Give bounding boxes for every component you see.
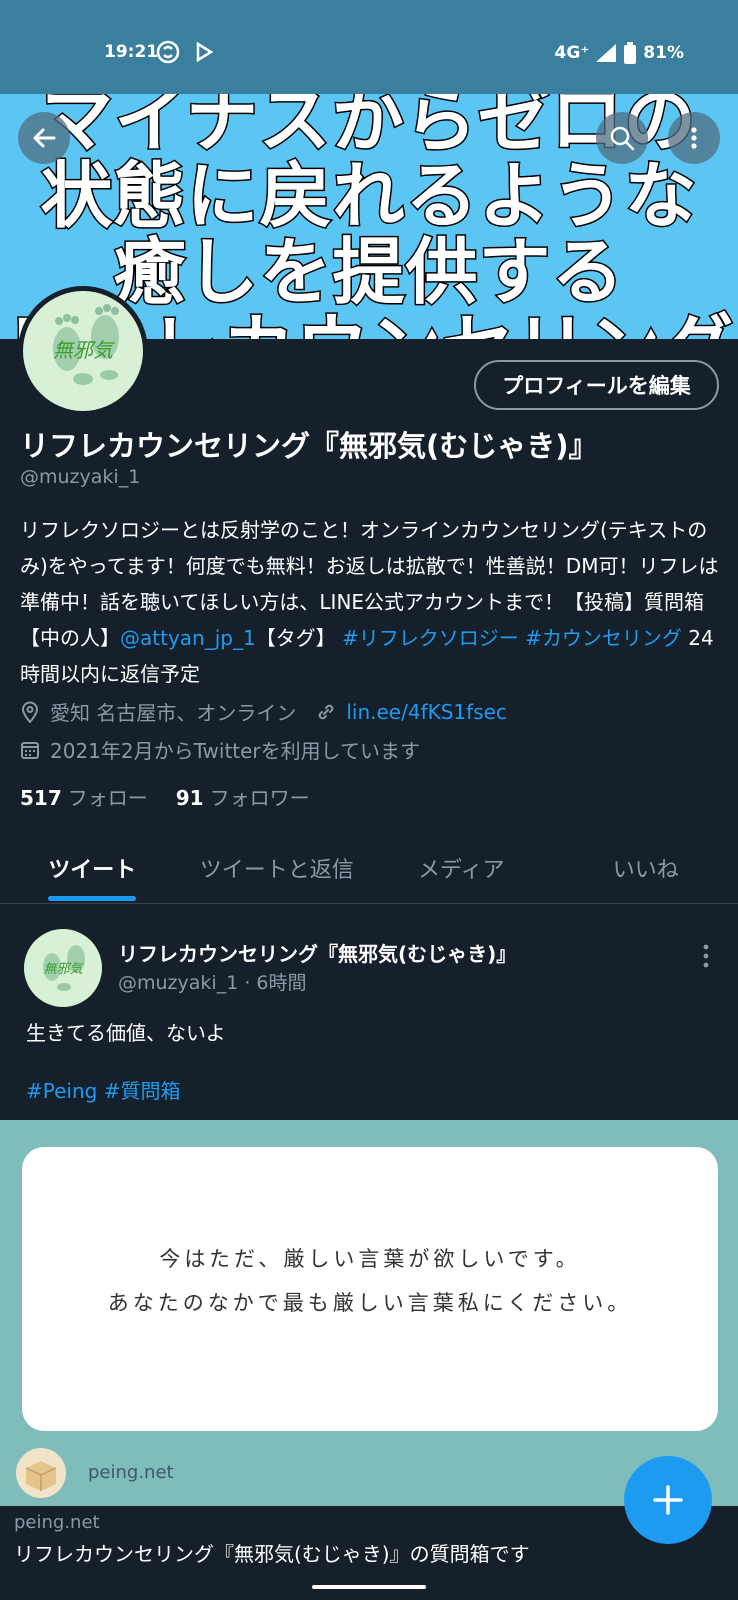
profile-location: 愛知 名古屋市、オンライン [50,701,297,725]
followers-count: 91 [175,786,204,810]
card-source: peing.net [14,1512,100,1533]
tweet-author-name[interactable]: リフレカウンセリング『無邪気(むじゃき)』 [118,938,516,967]
box-icon [25,1461,57,1491]
followers-label: フォロワー [209,786,310,810]
calendar-icon [21,741,39,759]
profile-url-link[interactable]: lin.ee/4fKS1fsec [346,700,507,724]
status-right: 4G⁺ 81% [555,42,684,64]
profile-name: リフレカウンセリング『無邪気(むじゃき)』 [20,429,598,463]
avatar-logo: 無邪気 [23,291,143,411]
back-button[interactable] [18,112,70,164]
bio-text-mid: 【タグ】 [255,626,343,650]
edit-profile-button[interactable]: プロフィールを編集 [474,360,719,410]
avatar-text: 無邪気 [53,338,116,362]
footprints-logo-icon: 無邪気 [43,945,85,991]
tweet-more-icon[interactable] [696,942,716,970]
profile-meta-location-url: 愛知 名古屋市、オンライン lin.ee/4fKS1fsec [20,697,507,726]
following-count: 517 [20,786,62,810]
footprints-logo-icon: 無邪気 [53,304,119,385]
network-label: 4G⁺ [554,43,590,63]
tweet-handle-time: @muzyaki_1 · 6時間 [118,972,307,994]
signal-icon [596,44,617,62]
profile-handle: @muzyaki_1 [20,466,141,488]
card-domain-label: peing.net [88,1462,174,1483]
play-store-icon [196,41,214,63]
profile-avatar[interactable]: 無邪気 [18,286,148,416]
profile-tabs: ツイート ツイートと返信 メディア いいね [0,832,738,904]
tab-tweets[interactable]: ツイート [0,832,185,903]
location-icon [21,701,39,723]
tweet-avatar[interactable]: 無邪気 [24,929,102,1007]
avatar-text: 無邪気 [43,962,84,977]
compose-tweet-button[interactable] [624,1456,712,1544]
battery-label: 81% [643,43,684,63]
profile-joined-row: 2021年2月からTwitterを利用しています [20,735,420,764]
bio-mention-link[interactable]: @attyan_jp_1 [120,626,256,650]
sync-app-icon [156,40,180,64]
back-arrow-icon [33,128,56,148]
peing-logo [16,1448,66,1498]
compose-plus-icon [653,1485,683,1515]
tweet-text: 生きてる価値、ないよ [26,1021,226,1045]
battery-icon [624,42,637,64]
status-time: 19:21 [104,42,159,62]
more-vert-icon [691,127,697,149]
tab-media[interactable]: メディア [369,832,554,903]
following-label: フォロー [67,786,148,810]
card-question-text: 今はただ、厳しい言葉が欲しいです。 あなたのなかで最も厳しい言葉私にください。 [107,1247,633,1315]
link-icon [319,704,334,719]
follow-stats: 517 フォロー 91 フォロワー [20,782,310,811]
card-title: リフレカウンセリング『無邪気(むじゃき)』の質問箱です [14,1542,530,1566]
search-icon [610,126,635,151]
followers-link[interactable]: 91 フォロワー [176,782,310,811]
tab-tweets-replies[interactable]: ツイートと返信 [185,832,370,903]
status-bar: 19:21 4G⁺ 81% [0,0,738,94]
profile-bio: リフレクソロジーとは反射学のこと！オンラインカウンセリング(テキストのみ)をやっ… [20,512,720,692]
more-button[interactable] [668,112,720,164]
search-button[interactable] [596,112,648,164]
following-link[interactable]: 517 フォロー [20,782,148,811]
gesture-home-bar[interactable] [312,1585,426,1589]
tab-likes[interactable]: いいね [554,832,738,903]
tweet-hashtags[interactable]: #Peing #質問箱 [26,1075,180,1104]
profile-joined: 2021年2月からTwitterを利用しています [50,739,421,763]
bio-hashtag-links[interactable]: #リフレクソロジー #カウンセリング [342,626,682,650]
